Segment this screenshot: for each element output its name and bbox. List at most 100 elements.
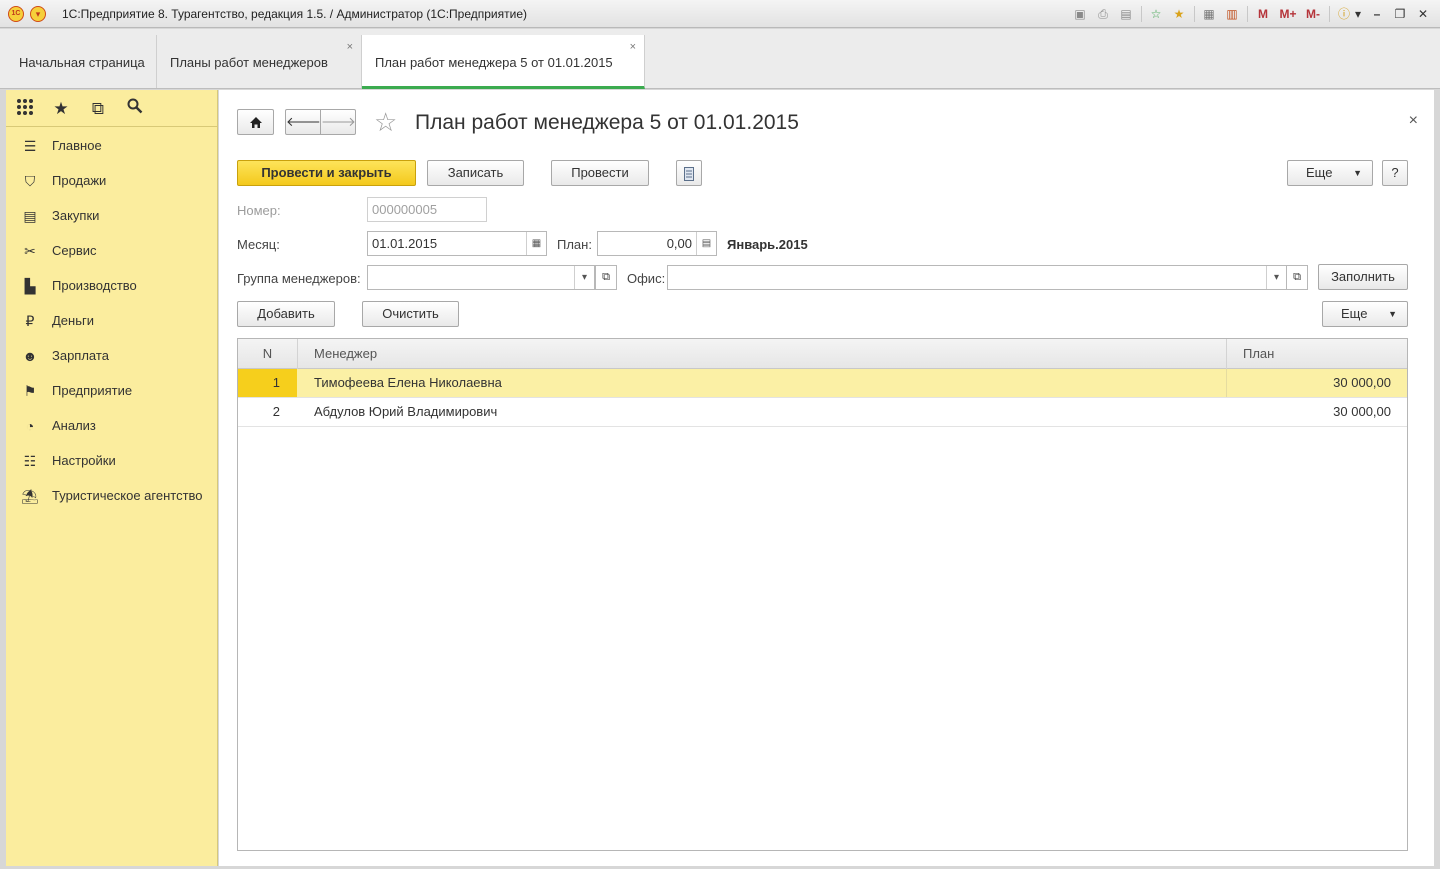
office-label: Офис: <box>627 271 666 286</box>
month-value: 01.01.2015 <box>372 236 438 251</box>
sidebar-item-travel-agency[interactable]: ⛱ Туристическое агентство <box>6 481 218 511</box>
month-label: Месяц: <box>237 237 280 252</box>
open-office-button[interactable]: ⧉ <box>1286 265 1308 290</box>
app-logo-icon[interactable]: 1С <box>8 6 24 22</box>
favorites-star-icon[interactable]: ★ <box>50 98 72 120</box>
tab-manager-plans[interactable]: Планы работ менеджеров × <box>157 35 362 88</box>
sidebar-item-label: Деньги <box>52 313 94 328</box>
column-header-n[interactable]: N <box>238 339 298 369</box>
sidebar-item-service[interactable]: ✂ Сервис <box>6 236 218 266</box>
info-icon[interactable]: ⓘ <box>1335 5 1353 23</box>
plan-field[interactable]: 0,00 ▤ <box>597 231 717 256</box>
tab-close-icon[interactable]: × <box>630 41 636 53</box>
apps-grid-icon[interactable] <box>14 98 36 120</box>
dropdown-icon[interactable]: ▾ <box>574 266 594 289</box>
arrow-left-icon: 🡐 <box>286 114 321 129</box>
history-icon[interactable]: ⧉ <box>87 98 109 120</box>
sidebar-item-main[interactable]: ☰ Главное <box>6 131 218 161</box>
home-button[interactable] <box>237 109 274 135</box>
post-and-close-button[interactable]: Провести и закрыть <box>237 160 416 186</box>
row-number: 1 <box>238 369 297 397</box>
sidebar-item-sales[interactable]: ⛉ Продажи <box>6 166 218 196</box>
number-field: 000000005 <box>367 197 487 222</box>
save-icon[interactable]: ▣ <box>1071 5 1089 23</box>
sidebar-item-money[interactable]: ₽ Деньги <box>6 306 218 336</box>
sidebar-item-analysis[interactable]: ◔ Анализ <box>6 411 218 441</box>
table-row[interactable]: 2 Абдулов Юрий Владимирович 30 000,00 <box>238 398 1407 427</box>
document-form: 🡐 🡒 ☆ План работ менеджера 5 от 01.01.20… <box>219 90 1434 866</box>
restore-icon[interactable]: ❐ <box>1391 5 1409 23</box>
row-manager: Тимофеева Елена Николаевна <box>298 369 1227 397</box>
table-more-button[interactable]: Еще ▼ <box>1322 301 1408 327</box>
home-icon <box>249 114 263 129</box>
report-button[interactable] <box>676 160 702 186</box>
tab-manager-plan-5[interactable]: План работ менеджера 5 от 01.01.2015 × <box>362 35 645 89</box>
managers-table[interactable]: N Менеджер План 1 Тимофеева Елена Никола… <box>237 338 1408 851</box>
fill-button[interactable]: Заполнить <box>1318 264 1408 290</box>
toolbar-divider <box>1329 6 1330 22</box>
print-icon[interactable]: ⎙ <box>1094 5 1112 23</box>
menu-lines-icon: ☰ <box>23 138 37 154</box>
sidebar-item-salary[interactable]: ☻ Зарплата <box>6 341 218 371</box>
people-icon: ☻ <box>22 348 38 364</box>
sidebar-item-settings[interactable]: ☷ Настройки <box>6 446 218 476</box>
calculator-icon[interactable]: ▤ <box>696 232 716 255</box>
back-button[interactable]: 🡐 <box>285 109 321 135</box>
open-windows-tabs: Начальная страница Планы работ менеджеро… <box>0 29 1440 89</box>
period-text: Январь.2015 <box>727 237 808 252</box>
form-close-icon[interactable]: × <box>1409 112 1418 130</box>
title-toolbar: ▣ ⎙ ▤ ☆ ★ ▦ ▥ M M+ M- ⓘ ▾ – ❐ ✕ <box>1066 4 1432 24</box>
sidebar-item-enterprise[interactable]: ⚑ Предприятие <box>6 376 218 406</box>
post-button[interactable]: Провести <box>551 160 649 186</box>
tab-home-page[interactable]: Начальная страница <box>6 35 157 88</box>
sidebar-item-purchases[interactable]: ▤ Закупки <box>6 201 218 231</box>
tools-icon: ✂ <box>24 243 36 259</box>
column-header-plan[interactable]: План <box>1227 339 1407 369</box>
memory-icon[interactable]: M <box>1253 5 1273 23</box>
favorites-add-icon[interactable]: ☆ <box>1147 5 1165 23</box>
favorites-icon[interactable]: ★ <box>1170 5 1188 23</box>
manager-group-label: Группа менеджеров: <box>237 271 361 286</box>
save-button[interactable]: Записать <box>427 160 524 186</box>
sidebar-item-label: Анализ <box>52 418 96 433</box>
page-title: План работ менеджера 5 от 01.01.2015 <box>415 111 799 134</box>
sidebar-item-label: Производство <box>52 278 137 293</box>
close-icon[interactable]: ✕ <box>1414 5 1432 23</box>
tab-close-icon[interactable]: × <box>347 41 353 53</box>
add-row-button[interactable]: Добавить <box>237 301 335 327</box>
info-dropdown-icon[interactable]: ▾ <box>1353 5 1363 23</box>
manager-group-field[interactable]: ▾ <box>367 265 595 290</box>
favorite-star-icon[interactable]: ☆ <box>374 109 402 137</box>
open-group-button[interactable]: ⧉ <box>595 265 617 290</box>
more-actions-button[interactable]: Еще ▼ <box>1287 160 1373 186</box>
forward-button[interactable]: 🡒 <box>320 109 356 135</box>
calendar-icon[interactable]: ▦ <box>526 232 546 255</box>
sections-panel: ★ ⧉ ☰ Главное ⛉ Продажи ▤ Закупки ✂ Серв… <box>6 90 218 866</box>
document-list-icon <box>684 165 694 181</box>
table-row[interactable]: 1 Тимофеева Елена Николаевна 30 000,00 <box>238 369 1407 398</box>
memory-plus-icon[interactable]: M+ <box>1278 5 1298 23</box>
sidebar-item-label: Туристическое агентство <box>52 488 203 503</box>
clear-table-button[interactable]: Очистить <box>362 301 459 327</box>
tab-label: План работ менеджера 5 от 01.01.2015 <box>375 55 613 70</box>
calendar-icon[interactable]: ▥ <box>1223 5 1241 23</box>
help-button[interactable]: ? <box>1382 160 1408 186</box>
sidebar-item-production[interactable]: ▙ Производство <box>6 271 218 301</box>
sidebar-item-label: Предприятие <box>52 383 133 398</box>
office-field[interactable]: ▾ <box>667 265 1287 290</box>
factory-icon: ▙ <box>24 278 36 294</box>
flag-icon: ⚑ <box>23 383 37 399</box>
sections-panel-toolbar: ★ ⧉ <box>6 90 217 127</box>
open-link-icon: ⧉ <box>1293 271 1301 283</box>
search-icon[interactable] <box>124 98 146 120</box>
main-menu-chevron-icon[interactable]: ▾ <box>30 6 46 22</box>
memory-minus-icon[interactable]: M- <box>1303 5 1323 23</box>
minimize-icon[interactable]: – <box>1368 5 1386 23</box>
chevron-down-icon: ▼ <box>1388 309 1397 319</box>
month-field[interactable]: 01.01.2015 ▦ <box>367 231 547 256</box>
dropdown-icon[interactable]: ▾ <box>1266 266 1286 289</box>
print-preview-icon[interactable]: ▤ <box>1117 5 1135 23</box>
calculator-icon[interactable]: ▦ <box>1200 5 1218 23</box>
column-header-manager[interactable]: Менеджер <box>298 339 1227 369</box>
window-title: 1С:Предприятие 8. Турагентство, редакция… <box>62 7 527 21</box>
